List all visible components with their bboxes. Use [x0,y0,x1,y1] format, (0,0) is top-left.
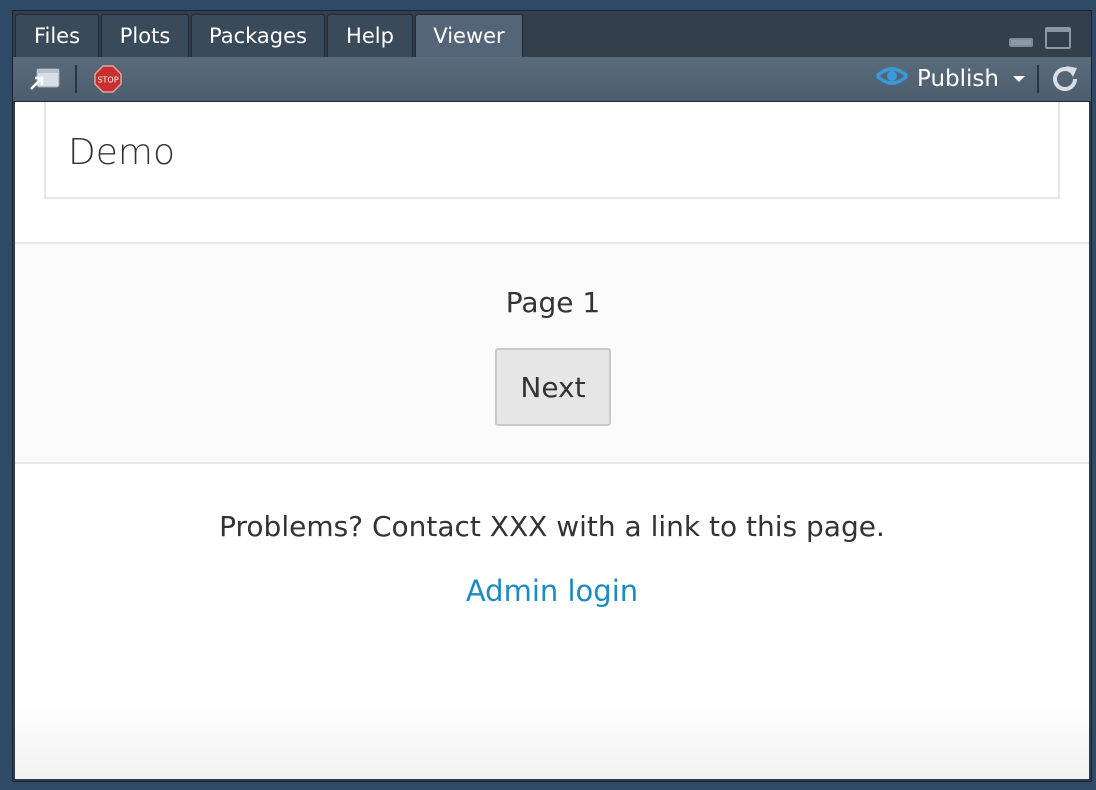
tab-help[interactable]: Help [327,14,413,57]
svg-text:STOP: STOP [97,76,118,85]
viewer-content: Demo Page 1 Next Problems? Contact XXX w… [15,102,1089,779]
admin-login-wrapper: Admin login [15,574,1089,608]
viewer-toolbar: STOP Publish [13,57,1091,102]
tab-plots[interactable]: Plots [101,14,189,57]
bottom-fade [15,699,1089,779]
minimize-pane-button[interactable] [1009,38,1033,47]
title-panel: Demo [44,102,1060,199]
admin-login-link[interactable]: Admin login [466,574,638,608]
toolbar-separator [75,65,77,93]
content-panel: Page 1 Next [15,242,1089,464]
page-title: Demo [68,132,175,173]
publish-icon [875,62,909,96]
toolbar-separator [1037,65,1039,93]
footer-text: Problems? Contact XXX with a link to thi… [219,510,885,543]
stop-icon[interactable]: STOP [94,65,122,97]
page-label: Page 1 [505,286,601,319]
next-button[interactable]: Next [495,348,611,426]
tab-viewer[interactable]: Viewer [415,14,523,59]
viewer-pane: Files Plots Packages Help Viewer STOP Pu… [12,10,1092,782]
chevron-down-icon[interactable] [1012,76,1025,82]
tab-files[interactable]: Files [15,14,99,57]
tab-packages[interactable]: Packages [191,14,325,57]
publish-label: Publish [917,66,999,92]
publish-button[interactable]: Publish [875,63,1025,95]
show-in-new-window-icon[interactable] [29,65,61,97]
refresh-icon[interactable] [1049,63,1081,99]
tab-bar: Files Plots Packages Help Viewer [13,11,1091,59]
maximize-pane-button[interactable] [1045,27,1071,49]
